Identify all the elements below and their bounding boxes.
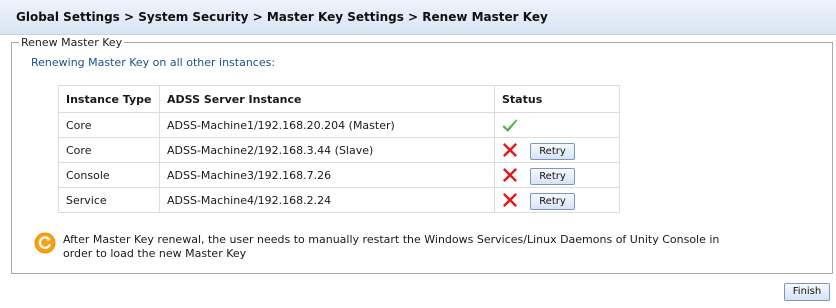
server-instance-cell: ADSS-Machine3/192.168.7.26 (159, 162, 495, 188)
retry-button[interactable]: Retry (530, 143, 575, 160)
breadcrumb-bar: Global Settings > System Security > Mast… (0, 0, 836, 35)
finish-button[interactable]: Finish (784, 283, 830, 301)
server-instance-cell: ADSS-Machine1/192.168.20.204 (Master) (159, 112, 495, 138)
table-row: Core ADSS-Machine1/192.168.20.204 (Maste… (58, 112, 620, 138)
status-cell: Retry (494, 162, 620, 188)
table-header-row: Instance Type ADSS Server Instance Statu… (58, 85, 620, 113)
table-row: Console ADSS-Machine3/192.168.7.26 Retry (58, 162, 620, 188)
status-cell: Retry (494, 187, 620, 213)
instance-type-cell: Service (58, 187, 160, 213)
breadcrumb: Global Settings > System Security > Mast… (16, 10, 548, 24)
restart-note-text: After Master Key renewal, the user needs… (63, 233, 720, 260)
instance-type-cell: Core (58, 137, 160, 163)
renew-master-key-panel: Renew Master Key Renewing Master Key on … (11, 36, 833, 274)
header-status: Status (494, 85, 620, 113)
restart-icon (34, 232, 56, 254)
server-instance-cell: ADSS-Machine4/192.168.2.24 (159, 187, 495, 213)
header-server-instance: ADSS Server Instance (159, 85, 495, 113)
status-cell (494, 112, 620, 138)
checkmark-icon (502, 119, 517, 132)
error-x-icon (503, 193, 517, 207)
instance-type-cell: Core (58, 112, 160, 138)
header-instance-type: Instance Type (58, 85, 160, 113)
table-row: Core ADSS-Machine2/192.168.3.44 (Slave) … (58, 137, 620, 163)
retry-button[interactable]: Retry (530, 168, 575, 185)
error-x-icon (503, 143, 517, 157)
server-instance-cell: ADSS-Machine2/192.168.3.44 (Slave) (159, 137, 495, 163)
instances-table: Instance Type ADSS Server Instance Statu… (58, 85, 620, 213)
intro-text: Renewing Master Key on all other instanc… (31, 56, 276, 69)
panel-legend: Renew Master Key (19, 36, 125, 49)
status-cell: Retry (494, 137, 620, 163)
table-row: Service ADSS-Machine4/192.168.2.24 Retry (58, 187, 620, 213)
retry-button[interactable]: Retry (530, 193, 575, 210)
error-x-icon (503, 168, 517, 182)
instance-type-cell: Console (58, 162, 160, 188)
